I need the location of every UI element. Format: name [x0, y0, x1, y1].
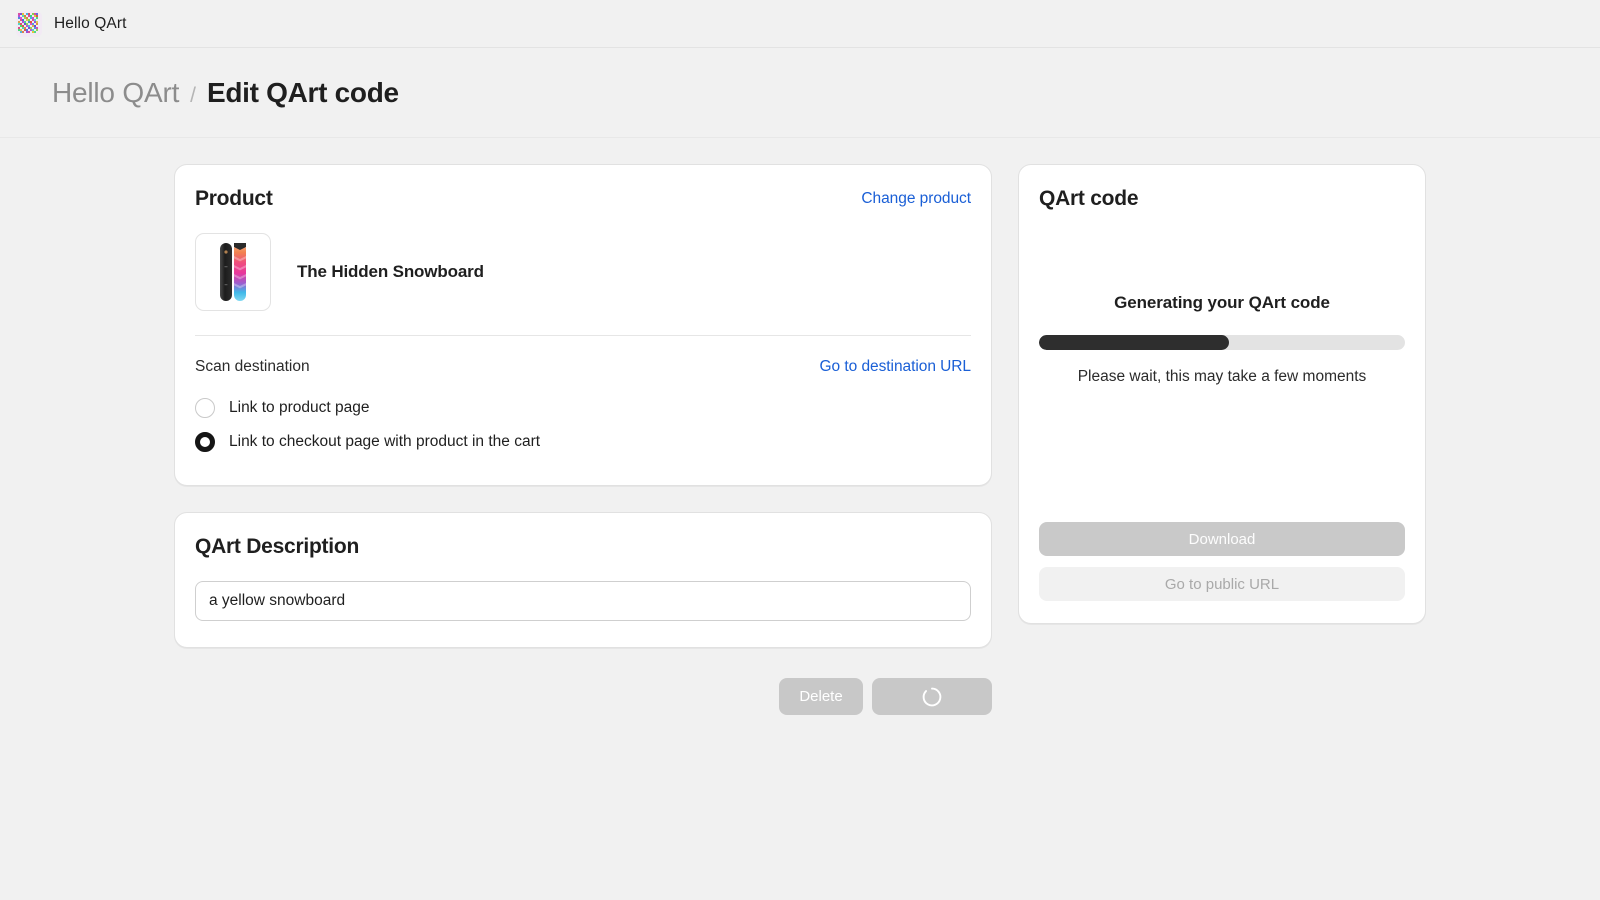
breadcrumb-separator: /	[190, 83, 196, 107]
breadcrumb-root-link[interactable]: Hello QArt	[52, 77, 179, 109]
download-button[interactable]: Download	[1039, 522, 1405, 556]
page-title: Edit QArt code	[207, 76, 399, 108]
progress-bar-fill	[1039, 335, 1230, 350]
qart-description-title: QArt Description	[195, 535, 360, 558]
spinner-icon	[922, 687, 942, 706]
breadcrumb-bar: Hello QArt / Edit QArt code	[0, 48, 1600, 138]
qart-code-title: QArt code	[1039, 187, 1139, 210]
product-card: Product Change product The Hidden Snowbo…	[174, 164, 992, 486]
generating-heading: Generating your QArt code	[1114, 293, 1330, 312]
app-title: Hello QArt	[54, 14, 127, 32]
radio-label-product-page: Link to product page	[229, 399, 370, 416]
footer-actions: Delete	[174, 678, 992, 715]
qart-logo-icon	[16, 10, 42, 37]
radio-option-checkout-page[interactable]: Link to checkout page with product in th…	[195, 425, 971, 459]
left-column: Product Change product The Hidden Snowbo…	[174, 164, 992, 715]
qart-action-buttons: Download Go to public URL	[1039, 522, 1405, 601]
radio-option-product-page[interactable]: Link to product page	[195, 391, 971, 425]
scan-destination-section: Scan destination Go to destination URL L…	[175, 336, 991, 485]
product-thumbnail[interactable]	[195, 233, 271, 311]
progress-bar-track	[1039, 335, 1405, 350]
qart-description-input[interactable]	[195, 581, 971, 621]
product-name: The Hidden Snowboard	[297, 262, 484, 281]
product-row: The Hidden Snowboard	[175, 211, 991, 335]
go-to-public-url-button[interactable]: Go to public URL	[1039, 567, 1405, 601]
wait-message: Please wait, this may take a few moments	[1077, 368, 1367, 385]
go-to-destination-url-link[interactable]: Go to destination URL	[820, 358, 972, 376]
scan-destination-label: Scan destination	[195, 358, 310, 375]
qart-code-card: QArt code Generating your QArt code Plea…	[1018, 164, 1426, 624]
radio-icon-selected[interactable]	[195, 432, 215, 452]
qart-description-card: QArt Description	[174, 512, 992, 648]
generation-status-area: Generating your QArt code Please wait, t…	[1039, 293, 1405, 386]
product-card-header: Product Change product	[175, 165, 991, 211]
radio-label-checkout-page: Link to checkout page with product in th…	[229, 433, 541, 450]
right-column: QArt code Generating your QArt code Plea…	[1018, 164, 1426, 624]
radio-icon-unselected[interactable]	[195, 398, 215, 418]
change-product-link[interactable]: Change product	[861, 190, 971, 208]
delete-button[interactable]: Delete	[779, 678, 863, 715]
scan-destination-header: Scan destination Go to destination URL	[195, 358, 971, 376]
breadcrumb: Hello QArt / Edit QArt code	[52, 77, 399, 109]
snowboard-thumbnail-icon	[220, 243, 246, 301]
qart-logo-svg	[16, 10, 42, 37]
page-body: Product Change product The Hidden Snowbo…	[0, 138, 1600, 715]
app-bar: Hello QArt	[0, 0, 1600, 48]
save-button[interactable]	[872, 678, 992, 715]
product-card-title: Product	[195, 187, 273, 210]
